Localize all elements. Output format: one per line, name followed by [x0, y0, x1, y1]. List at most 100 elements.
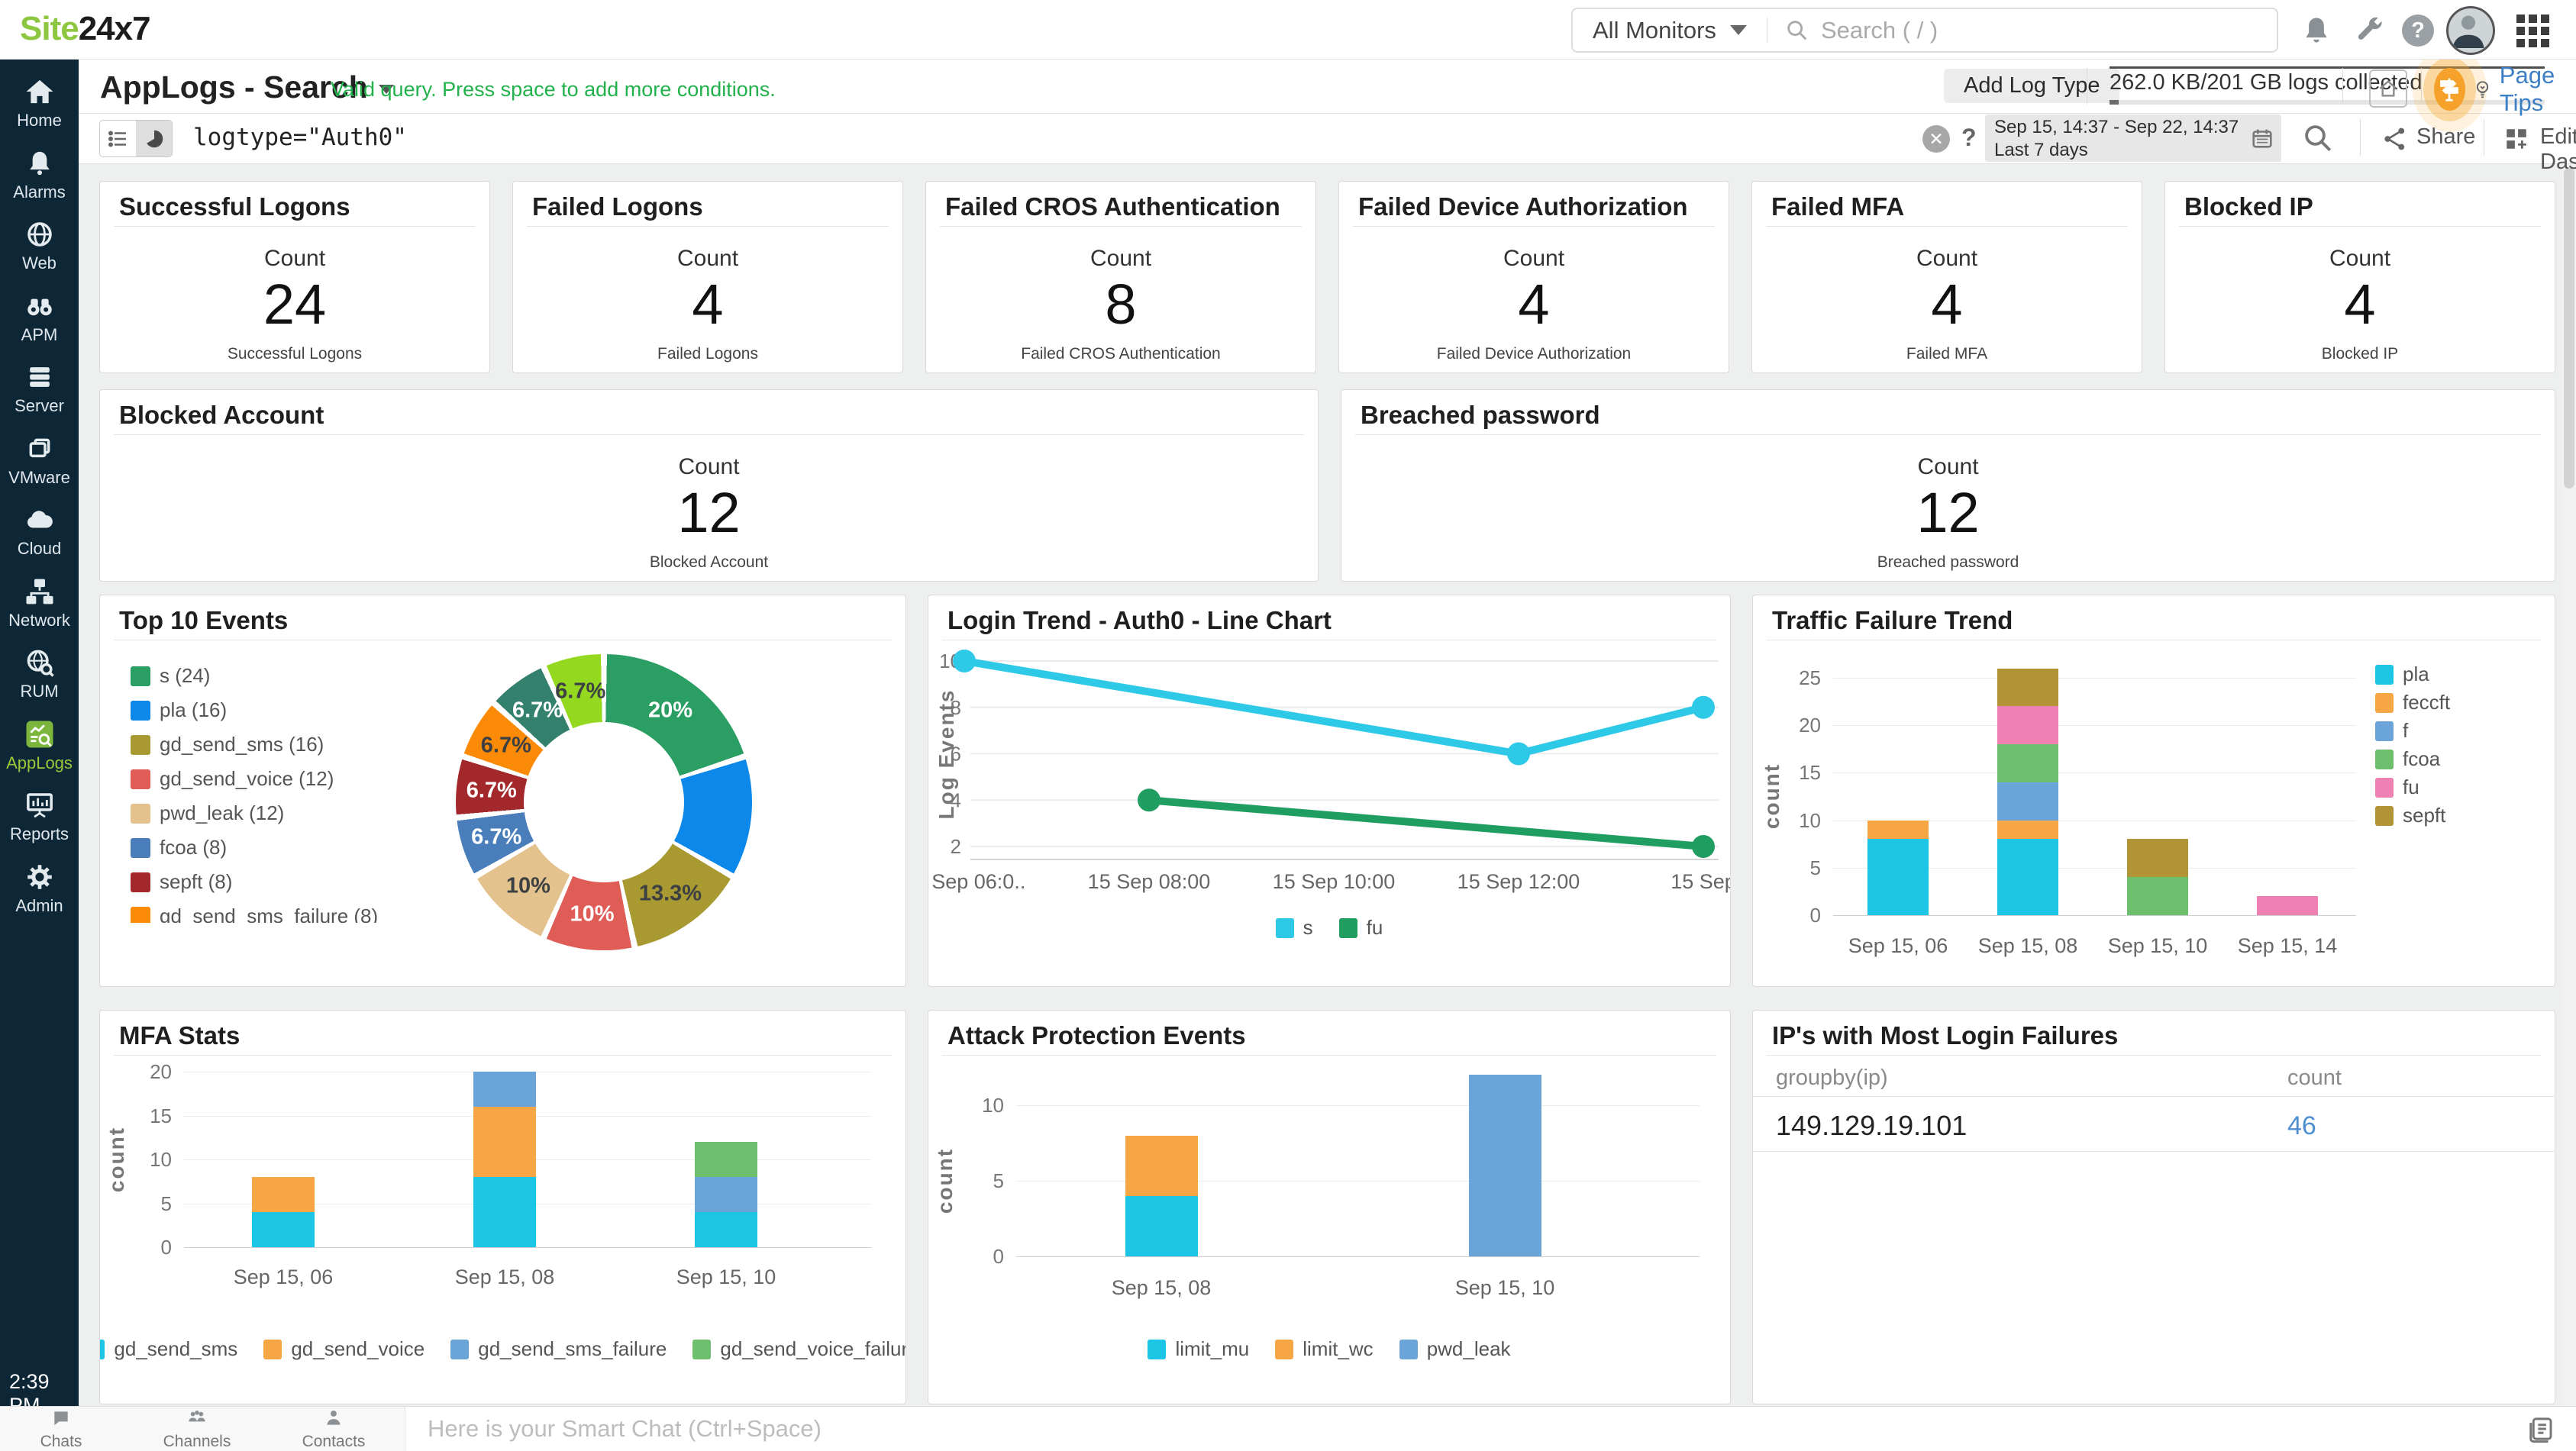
legend-item[interactable]: fcoa (8)	[131, 836, 459, 859]
share-label[interactable]: Share	[2416, 124, 2475, 150]
edit-dashboard-label[interactable]: Edit Dashboard	[2540, 124, 2576, 175]
chats-tab[interactable]: Chats	[15, 1408, 107, 1451]
scrollbar-thumb[interactable]	[2564, 168, 2574, 489]
bar-segment-gd_send_sms[interactable]	[252, 1212, 315, 1247]
bar-segment-gd_send_sms[interactable]	[473, 1177, 536, 1247]
data-point-fu[interactable]	[1692, 835, 1715, 858]
view-toggle[interactable]	[99, 120, 173, 157]
legend-item[interactable]: f	[2375, 719, 2408, 743]
date-range-picker[interactable]: Sep 15, 14:37 - Sep 22, 14:37 Last 7 day…	[1985, 114, 2281, 162]
apps-grid-icon[interactable]	[2516, 15, 2550, 48]
date-preset-text: Last 7 days	[1985, 138, 2281, 163]
share-icon[interactable]	[2381, 125, 2409, 153]
add-log-type-button[interactable]: Add Log Type	[1944, 69, 2119, 103]
sidebar-item-admin[interactable]: Admin	[0, 861, 79, 916]
legend-item[interactable]: feccft	[2375, 691, 2450, 714]
scrollbar-track[interactable]	[2562, 163, 2576, 1406]
query-input[interactable]: logtype="Auth0"	[193, 124, 407, 151]
sidebar-item-network[interactable]: Network	[0, 576, 79, 630]
legend-item[interactable]: fcoa	[2375, 747, 2440, 771]
sidebar-item-alarms[interactable]: Alarms	[0, 147, 79, 202]
legend-item[interactable]: fu	[2375, 775, 2419, 799]
sidebar-item-applogs[interactable]: AppLogs	[0, 718, 79, 773]
legend-item[interactable]: gd_send_voice	[263, 1337, 424, 1361]
legend-item[interactable]: gd_send_voice_failure	[692, 1337, 906, 1361]
bar-segment-feccft[interactable]	[1867, 821, 1929, 840]
bar-segment-gd_send_voice[interactable]	[252, 1177, 315, 1212]
bar-segment-pwd_leak[interactable]	[1469, 1075, 1541, 1256]
contacts-tab[interactable]: Contacts	[288, 1408, 379, 1451]
bar-segment-fcoa[interactable]	[2127, 877, 2188, 915]
legend-item[interactable]: limit_mu	[1148, 1337, 1249, 1361]
run-search-icon[interactable]	[2302, 122, 2334, 154]
legend-item[interactable]: pla (16)	[131, 698, 459, 722]
legend-label: sepft	[2403, 804, 2445, 827]
legend-item[interactable]: gd_send_voice (12)	[131, 767, 459, 791]
bar-segment-fcoa[interactable]	[1997, 744, 2058, 782]
sidebar-item-server[interactable]: Server	[0, 361, 79, 416]
tools-wrench-icon[interactable]	[2353, 14, 2387, 47]
bar-segment-pla[interactable]	[1997, 839, 2058, 915]
data-point-s[interactable]	[1507, 743, 1530, 766]
bar-segment-limit_wc[interactable]	[1125, 1136, 1198, 1196]
user-avatar[interactable]	[2446, 6, 2495, 55]
legend-item[interactable]: gd_send_sms	[99, 1337, 237, 1361]
legend-label: s (24)	[160, 664, 210, 688]
legend-item[interactable]: pwd_leak	[1399, 1337, 1511, 1361]
legend-item[interactable]: gd_send_sms_failure	[450, 1337, 667, 1361]
bar-segment-limit_mu[interactable]	[1125, 1196, 1198, 1256]
page-tips-button[interactable]: Page Tips	[2434, 62, 2576, 117]
bar-segment-feccft[interactable]	[1997, 821, 2058, 840]
table-cell-count-link[interactable]: 46	[2287, 1111, 2316, 1141]
sidebar-item-rum[interactable]: RUM	[0, 647, 79, 701]
bar-segment-gd_send_voice_failure[interactable]	[695, 1142, 757, 1177]
legend-item[interactable]: gd_send_sms (16)	[131, 733, 459, 756]
search-input[interactable]: Search ( / )	[1767, 17, 2277, 44]
legend-item[interactable]: s (24)	[131, 664, 459, 688]
sidebar-item-cloud[interactable]: Cloud	[0, 504, 79, 559]
sidebar-item-vmware[interactable]: VMware	[0, 433, 79, 488]
search-placeholder: Search ( / )	[1821, 17, 1938, 44]
site24x7-logo[interactable]: Site24x7	[20, 10, 150, 48]
list-view-icon[interactable]	[100, 121, 136, 156]
sidebar-item-apm[interactable]: APM	[0, 290, 79, 345]
bar-segment-gd_send_voice[interactable]	[473, 1107, 536, 1177]
x-tick-label: 15 Sep	[1671, 870, 1730, 893]
query-help-icon[interactable]: ?	[1961, 124, 1977, 152]
data-point-fu[interactable]	[1138, 788, 1160, 811]
bar-segment-gd_send_sms_failure[interactable]	[473, 1072, 536, 1107]
sidebar-item-web[interactable]: Web	[0, 218, 79, 273]
help-icon[interactable]: ?	[2402, 15, 2434, 47]
channels-tab[interactable]: Channels	[151, 1408, 243, 1451]
notifications-bell-icon[interactable]	[2300, 14, 2333, 47]
bar-segment-gd_send_sms_failure[interactable]	[695, 1177, 757, 1212]
bar-segment-f[interactable]	[1997, 782, 2058, 821]
legend-item[interactable]: limit_wc	[1275, 1337, 1373, 1361]
bar-segment-fu[interactable]	[1997, 706, 2058, 744]
data-point-s[interactable]	[1692, 696, 1715, 719]
dashboard-home-button[interactable]	[2369, 69, 2407, 108]
legend-item[interactable]: fu	[1339, 916, 1383, 940]
sidebar-item-reports[interactable]: Reports	[0, 789, 79, 844]
legend-item[interactable]: s	[1276, 916, 1313, 940]
bar-segment-sepft[interactable]	[2127, 839, 2188, 877]
metric-value: 4	[1752, 272, 2142, 337]
clear-query-icon[interactable]: ✕	[1922, 125, 1950, 153]
legend-item[interactable]: pwd_leak (12)	[131, 801, 459, 825]
notes-panel-icon[interactable]	[2524, 1413, 2556, 1445]
monitors-dropdown[interactable]: All Monitors	[1573, 9, 1767, 51]
sidebar-item-home[interactable]: Home	[0, 76, 79, 131]
legend-item[interactable]: sepft (8)	[131, 870, 459, 894]
bar-segment-fu[interactable]	[2257, 896, 2318, 915]
bar-segment-pla[interactable]	[1867, 839, 1929, 915]
legend-item[interactable]: pla	[2375, 663, 2429, 686]
divider	[527, 226, 889, 227]
data-point-s[interactable]	[953, 650, 976, 672]
bar-segment-sepft[interactable]	[1997, 669, 2058, 707]
edit-dashboard-icon[interactable]	[2503, 126, 2529, 152]
legend-item[interactable]: sepft	[2375, 804, 2445, 827]
chart-view-icon[interactable]	[136, 121, 172, 156]
legend-item[interactable]: gd_send_sms_failure (8)	[131, 904, 459, 923]
smart-chat-input[interactable]: Here is your Smart Chat (Ctrl+Space)	[428, 1407, 822, 1451]
bar-segment-gd_send_sms[interactable]	[695, 1212, 757, 1247]
